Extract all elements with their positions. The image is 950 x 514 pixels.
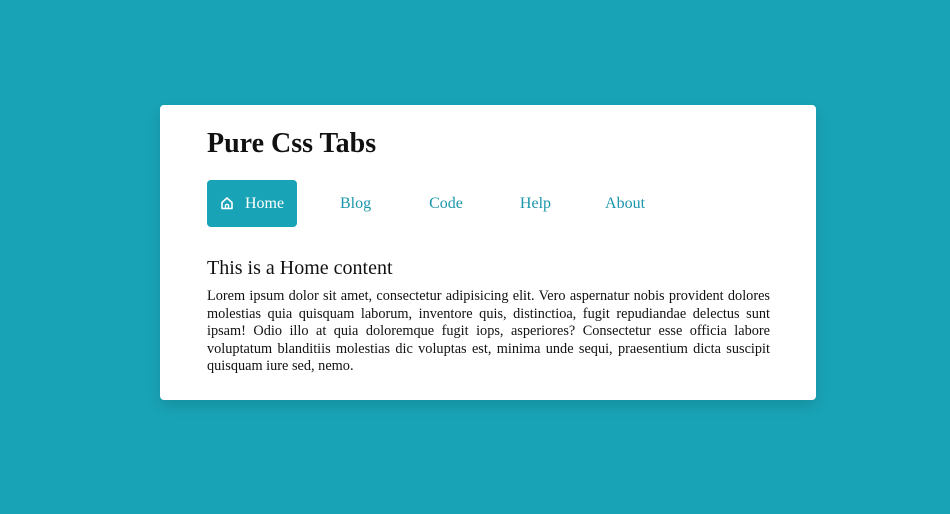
tab-bar: Home Blog Code Help About [207,180,770,227]
tab-help-label: Help [519,194,552,212]
page-title: Pure Css Tabs [207,128,377,159]
tab-code[interactable]: Code [429,180,463,227]
tab-about[interactable]: About [605,180,645,227]
tab-code-label: Code [429,194,463,212]
tabs-card: Pure Css Tabs Home Blog Code Help About … [160,105,816,400]
tab-home[interactable]: Home [207,180,297,227]
tab-blog-label: Blog [340,194,372,212]
tab-blog[interactable]: Blog [340,180,371,227]
tab-help[interactable]: Help [520,180,551,227]
content-heading: This is a Home content [207,257,393,279]
tab-about-label: About [605,194,646,212]
tab-home-label: Home [244,194,285,212]
home-icon [220,196,234,210]
tab-panel-home: This is a Home content Lorem ipsum dolor… [207,256,770,376]
content-body: Lorem ipsum dolor sit amet, consectetur … [207,288,770,374]
